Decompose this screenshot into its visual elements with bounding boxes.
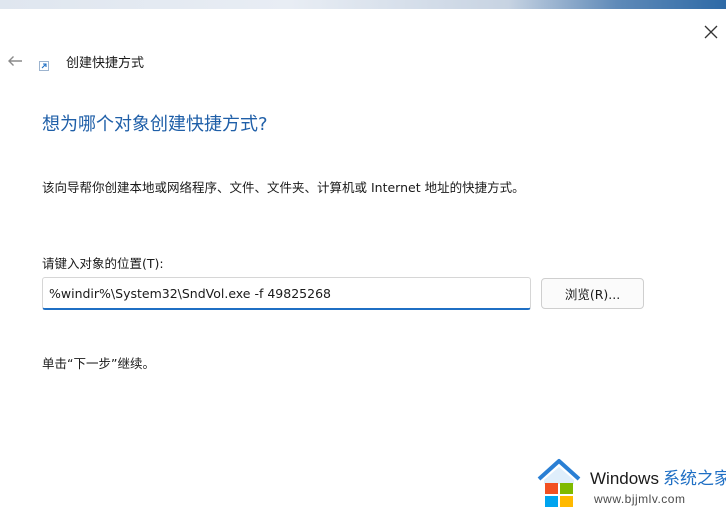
wizard-description: 该向导帮你创建本地或网络程序、文件、文件夹、计算机或 Internet 地址的快…	[42, 180, 525, 195]
back-button[interactable]	[4, 52, 26, 70]
watermark-brand: Windows 系统之家	[590, 464, 726, 489]
browse-button[interactable]: 浏览(R)...	[541, 278, 644, 309]
close-button[interactable]	[698, 19, 724, 45]
shortcut-arrow-icon	[39, 61, 49, 71]
window-top-strip	[0, 0, 726, 9]
location-label: 请键入对象的位置(T):	[42, 256, 164, 271]
page-heading: 想为哪个对象创建快捷方式?	[42, 114, 268, 135]
location-input[interactable]	[42, 277, 531, 310]
watermark: Windows 系统之家 www.bjjmlv.com	[536, 453, 726, 511]
watermark-brand-name: Windows	[590, 469, 659, 488]
create-shortcut-dialog: 创建快捷方式 想为哪个对象创建快捷方式? 该向导帮你创建本地或网络程序、文件、文…	[0, 9, 726, 507]
watermark-brand-cn: 系统之家	[662, 469, 726, 488]
windows-house-logo-icon	[537, 459, 581, 507]
next-step-hint: 单击“下一步”继续。	[42, 356, 155, 371]
wizard-title: 创建快捷方式	[66, 56, 145, 71]
close-icon	[704, 25, 718, 39]
back-arrow-icon	[8, 56, 22, 66]
